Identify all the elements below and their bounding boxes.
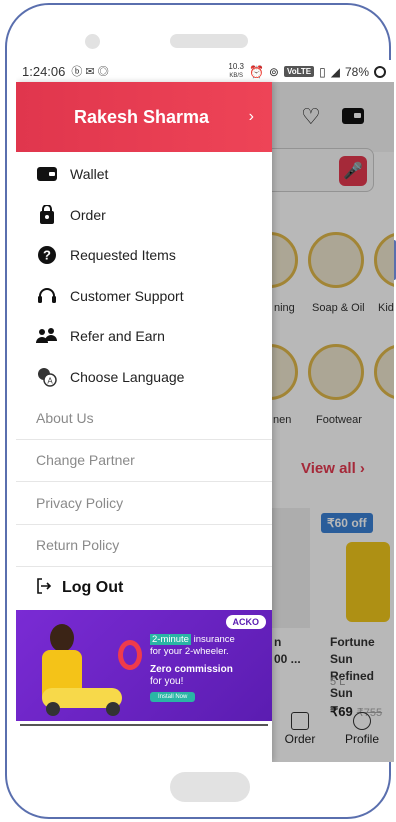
vibrate-icon: ▯ (319, 64, 326, 79)
net-speed-value: 10.3 (228, 62, 244, 71)
screen: 1:24:06 ⓑ ✉ ◎ 10.3 KB/S ⏰ ⊚ VoLTE ▯ ◢ 78… (16, 60, 394, 762)
menu-item-about[interactable]: About Us (16, 397, 272, 440)
home-button[interactable] (170, 772, 250, 802)
banner-install-button[interactable]: Install Now (150, 692, 196, 702)
menu-item-label: Refer and Earn (70, 328, 165, 345)
signal-icon: ◢ (330, 64, 340, 79)
profile-header[interactable]: Rakesh Sharma › (16, 82, 272, 152)
menu-item-label: Wallet (70, 166, 109, 183)
menu-item-return-policy[interactable]: Return Policy (16, 525, 272, 567)
hotspot-icon: ⊚ (268, 64, 279, 79)
menu-item-label: Requested Items (70, 247, 176, 264)
menu-item-label: Order (70, 206, 106, 223)
menu-item-requested[interactable]: ? Requested Items (16, 235, 272, 276)
battery-icon (374, 65, 386, 78)
order-bag-icon (36, 204, 58, 225)
logout-label: Log Out (62, 579, 124, 596)
status-time: 1:24:06 (22, 63, 66, 79)
banner-line2: for your 2-wheeler. (150, 646, 229, 657)
menu-item-change-partner[interactable]: Change Partner (16, 440, 272, 482)
banner-headline: 2-minute insurance for your 2-wheeler. (150, 634, 235, 658)
banner-line3: Zero commission (150, 664, 233, 675)
net-speed: 10.3 KB/S (228, 63, 244, 80)
menu-item-refer[interactable]: Refer and Earn (16, 316, 272, 357)
scooter-wheel (106, 702, 120, 716)
menu-item-order[interactable]: Order (16, 195, 272, 236)
chevron-right-icon: › (248, 108, 254, 125)
svg-text:A: A (47, 376, 53, 385)
volte-badge: VoLTE (283, 66, 315, 77)
menu-item-support[interactable]: Customer Support (16, 276, 272, 317)
menu-item-wallet[interactable]: Wallet (16, 154, 272, 195)
net-speed-unit: KB/S (229, 73, 243, 79)
headset-icon (36, 286, 58, 306)
banner-line1-rest: insurance (190, 634, 235, 645)
menu-item-label: Choose Language (70, 368, 185, 385)
logout-button[interactable]: Log Out (16, 567, 272, 609)
logout-icon (36, 577, 52, 599)
speaker-grille (170, 34, 248, 48)
menu-item-label: Customer Support (70, 287, 184, 304)
banner-fine-print (16, 721, 272, 730)
scooter-wheel (46, 702, 60, 716)
wallet-icon (36, 164, 58, 184)
language-icon: A (36, 367, 58, 387)
drawer-menu: Wallet Order ? Requested Items Customer … (16, 152, 272, 609)
status-icons-right: 10.3 KB/S ⏰ ⊚ VoLTE ▯ ◢ 78% (228, 63, 386, 80)
menu-item-language[interactable]: A Choose Language (16, 357, 272, 398)
navigation-drawer: Rakesh Sharma › Wallet Order ? Requested… (16, 82, 272, 762)
battery-level: 78% (344, 64, 369, 79)
status-icons-left: ⓑ ✉ ◎ (71, 66, 109, 78)
banner-o-graphic (118, 640, 142, 670)
user-name: Rakesh Sharma (74, 106, 210, 127)
menu-item-privacy[interactable]: Privacy Policy (16, 482, 272, 525)
status-bar: 1:24:06 ⓑ ✉ ◎ 10.3 KB/S ⏰ ⊚ VoLTE ▯ ◢ 78… (16, 60, 394, 82)
promo-banner[interactable]: ACKO 2-minute insurance for your 2-wheel… (16, 610, 272, 730)
question-icon: ? (36, 245, 58, 265)
svg-text:?: ? (43, 248, 51, 263)
front-camera (85, 34, 100, 49)
users-icon (36, 326, 58, 346)
banner-line4: for you! (150, 676, 184, 687)
acko-logo: ACKO (225, 615, 266, 629)
banner-highlight: 2-minute (150, 634, 191, 645)
banner-subline: Zero commission for you! (150, 664, 233, 688)
alarm-icon: ⏰ (248, 64, 264, 79)
